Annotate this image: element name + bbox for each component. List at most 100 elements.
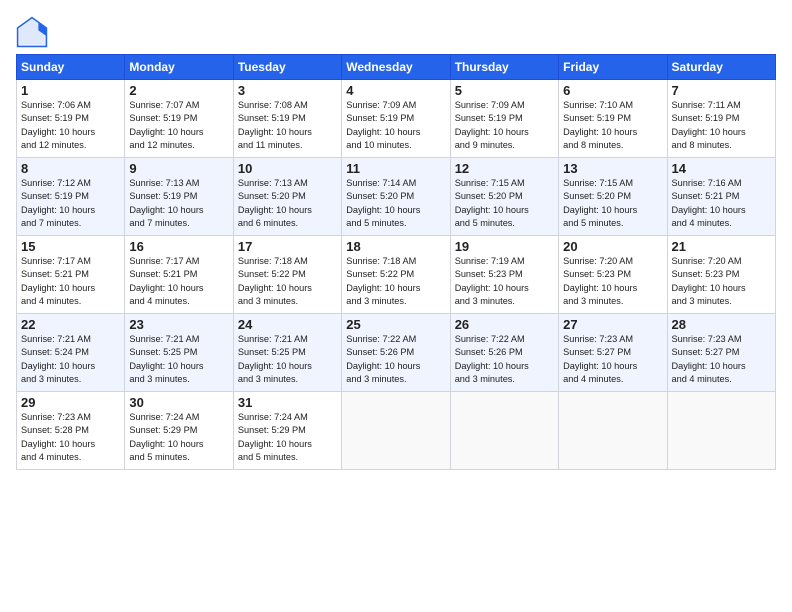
day-info: Sunrise: 7:13 AM Sunset: 5:20 PM Dayligh… <box>238 177 337 230</box>
calendar-cell <box>667 392 775 470</box>
day-number: 9 <box>129 161 228 176</box>
day-info: Sunrise: 7:17 AM Sunset: 5:21 PM Dayligh… <box>129 255 228 308</box>
calendar-cell: 22Sunrise: 7:21 AM Sunset: 5:24 PM Dayli… <box>17 314 125 392</box>
calendar-cell <box>559 392 667 470</box>
calendar-cell: 24Sunrise: 7:21 AM Sunset: 5:25 PM Dayli… <box>233 314 341 392</box>
calendar-cell: 21Sunrise: 7:20 AM Sunset: 5:23 PM Dayli… <box>667 236 775 314</box>
day-number: 17 <box>238 239 337 254</box>
day-number: 6 <box>563 83 662 98</box>
day-number: 15 <box>21 239 120 254</box>
day-info: Sunrise: 7:15 AM Sunset: 5:20 PM Dayligh… <box>455 177 554 230</box>
calendar-cell: 27Sunrise: 7:23 AM Sunset: 5:27 PM Dayli… <box>559 314 667 392</box>
day-number: 28 <box>672 317 771 332</box>
calendar-cell: 1Sunrise: 7:06 AM Sunset: 5:19 PM Daylig… <box>17 80 125 158</box>
day-info: Sunrise: 7:22 AM Sunset: 5:26 PM Dayligh… <box>346 333 445 386</box>
calendar-cell: 9Sunrise: 7:13 AM Sunset: 5:19 PM Daylig… <box>125 158 233 236</box>
day-info: Sunrise: 7:11 AM Sunset: 5:19 PM Dayligh… <box>672 99 771 152</box>
day-number: 31 <box>238 395 337 410</box>
day-info: Sunrise: 7:14 AM Sunset: 5:20 PM Dayligh… <box>346 177 445 230</box>
day-number: 7 <box>672 83 771 98</box>
day-info: Sunrise: 7:22 AM Sunset: 5:26 PM Dayligh… <box>455 333 554 386</box>
day-number: 14 <box>672 161 771 176</box>
col-header-thursday: Thursday <box>450 55 558 80</box>
day-info: Sunrise: 7:18 AM Sunset: 5:22 PM Dayligh… <box>346 255 445 308</box>
day-number: 4 <box>346 83 445 98</box>
day-number: 10 <box>238 161 337 176</box>
day-number: 23 <box>129 317 228 332</box>
day-number: 19 <box>455 239 554 254</box>
calendar-week-4: 22Sunrise: 7:21 AM Sunset: 5:24 PM Dayli… <box>17 314 776 392</box>
day-number: 1 <box>21 83 120 98</box>
calendar-header-row: SundayMondayTuesdayWednesdayThursdayFrid… <box>17 55 776 80</box>
calendar-cell: 15Sunrise: 7:17 AM Sunset: 5:21 PM Dayli… <box>17 236 125 314</box>
day-number: 25 <box>346 317 445 332</box>
day-info: Sunrise: 7:23 AM Sunset: 5:27 PM Dayligh… <box>672 333 771 386</box>
day-number: 3 <box>238 83 337 98</box>
day-info: Sunrise: 7:23 AM Sunset: 5:28 PM Dayligh… <box>21 411 120 464</box>
calendar-cell: 4Sunrise: 7:09 AM Sunset: 5:19 PM Daylig… <box>342 80 450 158</box>
col-header-friday: Friday <box>559 55 667 80</box>
calendar-table: SundayMondayTuesdayWednesdayThursdayFrid… <box>16 54 776 470</box>
col-header-wednesday: Wednesday <box>342 55 450 80</box>
calendar-body: 1Sunrise: 7:06 AM Sunset: 5:19 PM Daylig… <box>17 80 776 470</box>
calendar-cell: 28Sunrise: 7:23 AM Sunset: 5:27 PM Dayli… <box>667 314 775 392</box>
calendar-cell: 6Sunrise: 7:10 AM Sunset: 5:19 PM Daylig… <box>559 80 667 158</box>
calendar-cell: 13Sunrise: 7:15 AM Sunset: 5:20 PM Dayli… <box>559 158 667 236</box>
calendar-cell: 5Sunrise: 7:09 AM Sunset: 5:19 PM Daylig… <box>450 80 558 158</box>
day-info: Sunrise: 7:08 AM Sunset: 5:19 PM Dayligh… <box>238 99 337 152</box>
day-info: Sunrise: 7:24 AM Sunset: 5:29 PM Dayligh… <box>238 411 337 464</box>
calendar-cell: 19Sunrise: 7:19 AM Sunset: 5:23 PM Dayli… <box>450 236 558 314</box>
day-info: Sunrise: 7:21 AM Sunset: 5:25 PM Dayligh… <box>238 333 337 386</box>
calendar-cell <box>342 392 450 470</box>
day-number: 13 <box>563 161 662 176</box>
day-number: 8 <box>21 161 120 176</box>
calendar-cell: 29Sunrise: 7:23 AM Sunset: 5:28 PM Dayli… <box>17 392 125 470</box>
header <box>16 16 776 48</box>
day-number: 22 <box>21 317 120 332</box>
day-number: 27 <box>563 317 662 332</box>
day-info: Sunrise: 7:15 AM Sunset: 5:20 PM Dayligh… <box>563 177 662 230</box>
logo <box>16 16 52 48</box>
day-number: 26 <box>455 317 554 332</box>
calendar-week-5: 29Sunrise: 7:23 AM Sunset: 5:28 PM Dayli… <box>17 392 776 470</box>
calendar-week-1: 1Sunrise: 7:06 AM Sunset: 5:19 PM Daylig… <box>17 80 776 158</box>
day-number: 2 <box>129 83 228 98</box>
calendar-cell: 26Sunrise: 7:22 AM Sunset: 5:26 PM Dayli… <box>450 314 558 392</box>
day-info: Sunrise: 7:17 AM Sunset: 5:21 PM Dayligh… <box>21 255 120 308</box>
col-header-sunday: Sunday <box>17 55 125 80</box>
day-info: Sunrise: 7:23 AM Sunset: 5:27 PM Dayligh… <box>563 333 662 386</box>
day-info: Sunrise: 7:06 AM Sunset: 5:19 PM Dayligh… <box>21 99 120 152</box>
col-header-tuesday: Tuesday <box>233 55 341 80</box>
day-info: Sunrise: 7:21 AM Sunset: 5:24 PM Dayligh… <box>21 333 120 386</box>
calendar-cell: 23Sunrise: 7:21 AM Sunset: 5:25 PM Dayli… <box>125 314 233 392</box>
day-info: Sunrise: 7:13 AM Sunset: 5:19 PM Dayligh… <box>129 177 228 230</box>
day-number: 11 <box>346 161 445 176</box>
day-number: 30 <box>129 395 228 410</box>
calendar-cell: 7Sunrise: 7:11 AM Sunset: 5:19 PM Daylig… <box>667 80 775 158</box>
calendar-cell: 8Sunrise: 7:12 AM Sunset: 5:19 PM Daylig… <box>17 158 125 236</box>
day-number: 5 <box>455 83 554 98</box>
day-number: 12 <box>455 161 554 176</box>
day-info: Sunrise: 7:16 AM Sunset: 5:21 PM Dayligh… <box>672 177 771 230</box>
day-info: Sunrise: 7:09 AM Sunset: 5:19 PM Dayligh… <box>346 99 445 152</box>
calendar-cell: 20Sunrise: 7:20 AM Sunset: 5:23 PM Dayli… <box>559 236 667 314</box>
day-info: Sunrise: 7:20 AM Sunset: 5:23 PM Dayligh… <box>563 255 662 308</box>
col-header-monday: Monday <box>125 55 233 80</box>
calendar-cell: 30Sunrise: 7:24 AM Sunset: 5:29 PM Dayli… <box>125 392 233 470</box>
calendar-cell: 18Sunrise: 7:18 AM Sunset: 5:22 PM Dayli… <box>342 236 450 314</box>
calendar-cell: 2Sunrise: 7:07 AM Sunset: 5:19 PM Daylig… <box>125 80 233 158</box>
calendar-cell: 3Sunrise: 7:08 AM Sunset: 5:19 PM Daylig… <box>233 80 341 158</box>
calendar-cell: 14Sunrise: 7:16 AM Sunset: 5:21 PM Dayli… <box>667 158 775 236</box>
calendar-cell: 16Sunrise: 7:17 AM Sunset: 5:21 PM Dayli… <box>125 236 233 314</box>
calendar-cell: 10Sunrise: 7:13 AM Sunset: 5:20 PM Dayli… <box>233 158 341 236</box>
day-number: 18 <box>346 239 445 254</box>
calendar-cell: 31Sunrise: 7:24 AM Sunset: 5:29 PM Dayli… <box>233 392 341 470</box>
day-number: 21 <box>672 239 771 254</box>
day-info: Sunrise: 7:10 AM Sunset: 5:19 PM Dayligh… <box>563 99 662 152</box>
page-container: SundayMondayTuesdayWednesdayThursdayFrid… <box>0 0 792 478</box>
day-info: Sunrise: 7:18 AM Sunset: 5:22 PM Dayligh… <box>238 255 337 308</box>
col-header-saturday: Saturday <box>667 55 775 80</box>
day-number: 29 <box>21 395 120 410</box>
logo-icon <box>16 16 48 48</box>
calendar-cell <box>450 392 558 470</box>
